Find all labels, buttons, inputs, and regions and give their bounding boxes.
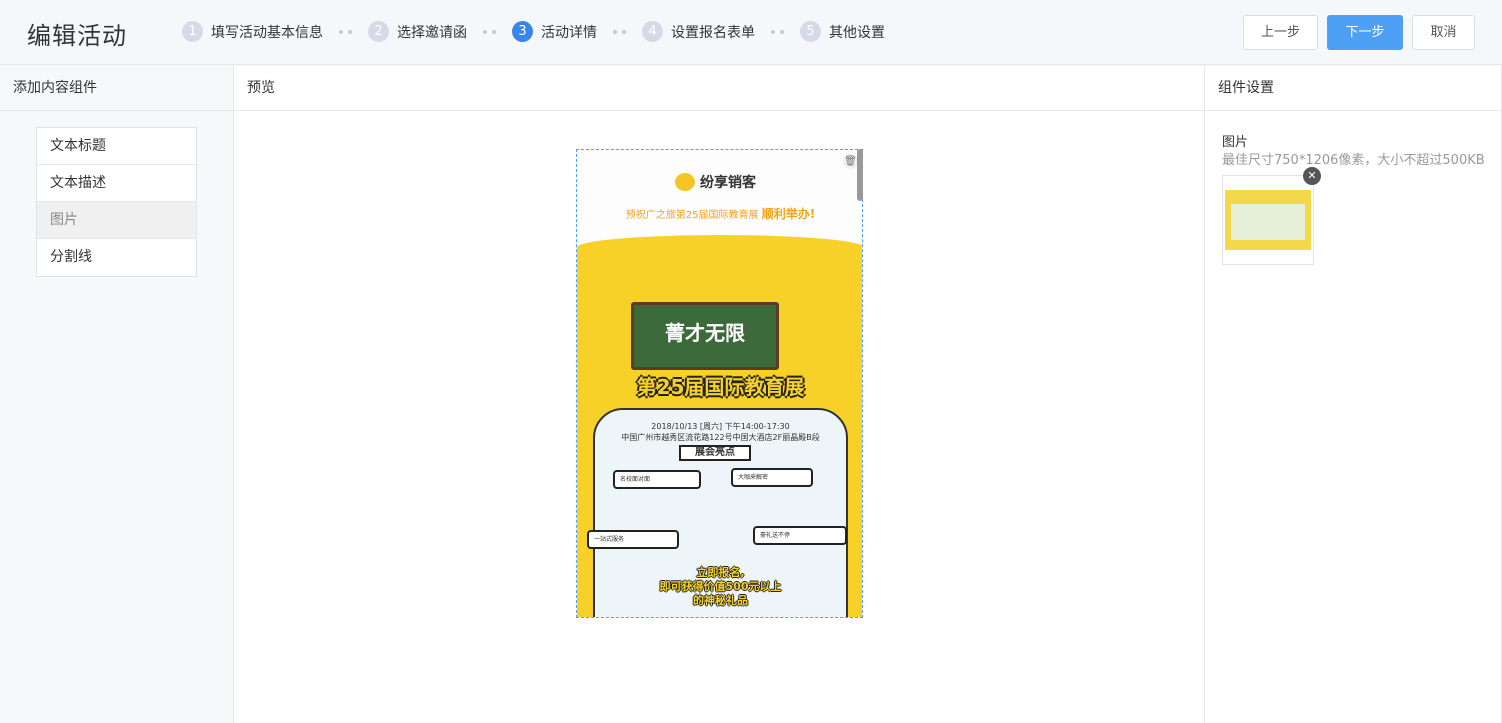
component-image[interactable]: 图片 (37, 202, 196, 239)
step-separator (613, 29, 626, 34)
setting-title: 图片 (1222, 135, 1249, 150)
step-separator (483, 29, 496, 34)
step-label: 活动详情 (541, 24, 597, 41)
component-text-description[interactable]: 文本描述 (37, 165, 196, 202)
event-address: 中国广州市越秀区流花路122号中国大酒店2F丽晶殿B段 (621, 433, 820, 442)
preview-panel: 预览 🗑 纷享销客 预祝广之旅第25届国际教育展 顺利举办! 菁才无限 第25届… (234, 66, 1205, 723)
step-number: 3 (512, 21, 533, 42)
preview-heading: 预览 (234, 66, 1205, 111)
trash-icon[interactable]: 🗑 (843, 154, 858, 169)
step-label: 填写活动基本信息 (211, 24, 323, 41)
congrats-text: 预祝广之旅第25届国际教育展 (625, 210, 759, 221)
poster-congrats: 预祝广之旅第25届国际教育展 顺利举办! (577, 205, 862, 222)
top-bar: 编辑活动 1 填写活动基本信息 2 选择邀请函 3 活动详情 4 设置报名表单 … (0, 0, 1502, 65)
poster-headline: 第25届国际教育展 (636, 375, 805, 399)
step-number: 1 (182, 21, 203, 42)
thumbnail-image (1225, 190, 1311, 250)
remove-image-icon[interactable]: ✕ (1303, 167, 1321, 185)
brand-logo-icon (675, 173, 695, 191)
step-5: 5 其他设置 (800, 21, 885, 42)
event-date: 2018/10/13 [周六] 下午14:00-17:30 (651, 422, 790, 431)
component-list: 文本标题 文本描述 图片 分割线 (36, 127, 197, 277)
cta-line: 的神秘礼品 (693, 594, 748, 607)
poster-event-info: 2018/10/13 [周六] 下午14:00-17:30 中国广州市越秀区流花… (577, 421, 862, 443)
settings-panel: 组件设置 图片 最佳尺寸750*1206像素，大小不超过500KB ✕ (1204, 66, 1502, 723)
poster-bubble: 名校面对面 (613, 470, 701, 489)
component-text-title[interactable]: 文本标题 (37, 128, 196, 165)
preview-scrollbar[interactable] (857, 149, 863, 201)
component-panel: 添加内容组件 文本标题 文本描述 图片 分割线 (0, 66, 234, 723)
component-divider[interactable]: 分割线 (37, 239, 196, 276)
poster-brand: 纷享销客 (700, 175, 756, 191)
next-step-button[interactable]: 下一步 (1327, 15, 1403, 50)
step-indicator: 1 填写活动基本信息 2 选择邀请函 3 活动详情 4 设置报名表单 5 其他设… (182, 21, 885, 42)
step-1: 1 填写活动基本信息 (182, 21, 323, 42)
cta-line: 立即报名, (696, 566, 745, 579)
component-panel-heading: 添加内容组件 (0, 66, 233, 111)
prev-step-button[interactable]: 上一步 (1243, 15, 1318, 50)
step-2: 2 选择邀请函 (368, 21, 467, 42)
congrats-emphasis: 顺利举办! (761, 207, 816, 221)
step-number: 2 (368, 21, 389, 42)
step-label: 设置报名表单 (671, 24, 755, 41)
page-title: 编辑活动 (27, 22, 127, 50)
step-separator (771, 29, 784, 34)
cancel-button[interactable]: 取消 (1412, 15, 1475, 50)
image-thumbnail[interactable] (1222, 175, 1314, 265)
setting-hint: 最佳尺寸750*1206像素，大小不超过500KB (1222, 153, 1485, 168)
step-4: 4 设置报名表单 (642, 21, 755, 42)
board-title: 菁才无限 (665, 321, 745, 345)
poster-chalkboard: 菁才无限 (631, 302, 779, 370)
cta-line: 即可获得价值500元以上 (659, 580, 782, 593)
poster-highlight-label: 展会亮点 (679, 445, 751, 461)
poster-cta: 立即报名, 即可获得价值500元以上 的神秘礼品 (577, 566, 862, 608)
step-3: 3 活动详情 (512, 21, 597, 42)
step-number: 4 (642, 21, 663, 42)
poster-bubble: 大咖来解密 (731, 468, 813, 487)
step-separator (339, 29, 352, 34)
settings-heading: 组件设置 (1205, 66, 1501, 111)
poster-bubble: 一站式服务 (587, 530, 679, 549)
step-number: 5 (800, 21, 821, 42)
preview-image-block[interactable]: 🗑 纷享销客 预祝广之旅第25届国际教育展 顺利举办! 菁才无限 第25届国际教… (576, 149, 863, 618)
step-label: 其他设置 (829, 24, 885, 41)
step-label: 选择邀请函 (397, 24, 467, 41)
poster-bubble: 豪礼送不停 (753, 526, 847, 545)
